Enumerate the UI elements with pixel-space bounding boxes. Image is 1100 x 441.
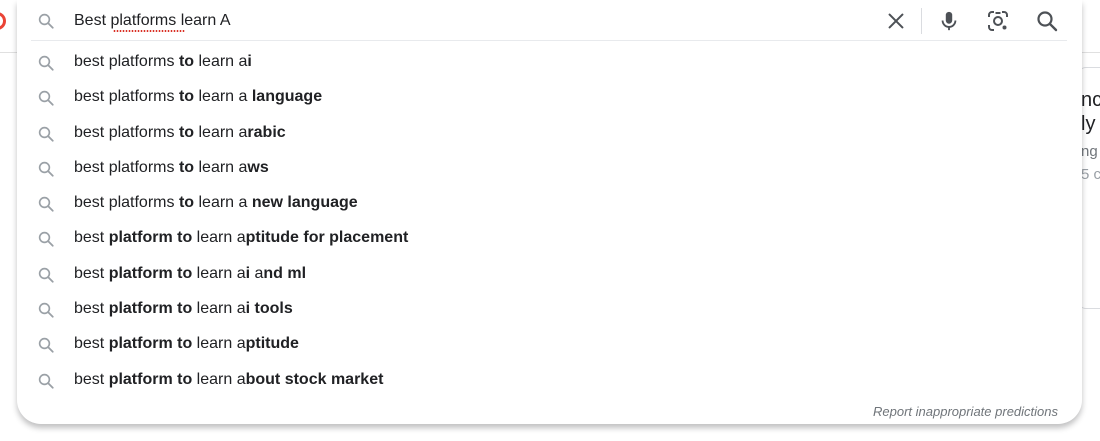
search-icon: [38, 161, 54, 177]
suggestion-prefix: learn a: [192, 370, 246, 388]
report-predictions-link[interactable]: Report inappropriate predictions: [873, 404, 1058, 419]
search-icon: [38, 338, 54, 354]
suggestion-prefix: learn a: [194, 123, 248, 141]
suggestion-text: best platform to learn about stock marke…: [74, 371, 383, 389]
suggestion-text: best platform to learn ai and ml: [74, 265, 306, 283]
suggestion-prefix: best: [74, 300, 109, 318]
search-icon: [38, 196, 54, 212]
suggestion-prefix: best: [74, 370, 109, 388]
suggestion-completion: to: [178, 88, 195, 106]
suggestion-prefix: learn a: [192, 229, 246, 247]
background-card-text: ly: [1081, 113, 1096, 135]
suggestion-completion: platform to: [108, 370, 193, 388]
suggestion-prefix: learn a: [194, 53, 248, 70]
suggestion-item[interactable]: best platforms to learn a new language: [17, 186, 1082, 221]
suggestion-completion: to: [178, 194, 195, 212]
suggestion-completion: to: [178, 53, 195, 70]
search-autocomplete-panel: best platforms to learn aibest platforms…: [17, 0, 1082, 424]
search-divider: [31, 40, 1067, 41]
suggestion-item[interactable]: best platform to learn ai tools: [17, 292, 1082, 327]
suggestion-text: best platform to learn ai tools: [74, 300, 293, 318]
close-icon[interactable]: [885, 10, 907, 32]
suggestion-item[interactable]: best platform to learn about stock marke…: [17, 363, 1082, 398]
suggestion-completion: platform to: [108, 264, 193, 282]
suggestion-text: best platforms to learn a new language: [74, 194, 358, 212]
suggestion-item[interactable]: best platforms to learn aws: [17, 151, 1082, 186]
suggestion-completion: platform to: [108, 229, 193, 247]
background-card-text: nc: [1081, 89, 1100, 111]
search-input[interactable]: [74, 8, 854, 34]
suggestion-completion: to: [178, 158, 195, 176]
search-icon: [38, 13, 54, 29]
suggestion-prefix: best platforms: [74, 194, 179, 212]
suggestion-item[interactable]: best platform to learn aptitude for plac…: [17, 221, 1082, 256]
suggestion-completion: ptitude: [245, 335, 299, 353]
search-icon: [38, 126, 54, 142]
suggestion-text: best platforms to learn aws: [74, 159, 269, 177]
suggestion-prefix: learn a: [194, 158, 248, 176]
suggestion-completion: rabic: [247, 123, 286, 141]
suggestion-text: best platforms to learn a language: [74, 88, 322, 106]
suggestion-completion: ptitude for placement: [245, 229, 409, 247]
suggestion-completion: nd ml: [263, 264, 307, 282]
suggestion-prefix: best platforms: [74, 53, 179, 70]
suggestion-completion: ws: [247, 158, 269, 176]
suggestion-prefix: best: [74, 335, 109, 353]
suggestion-completion: to: [178, 123, 195, 141]
search-page: nc ly ng 5 c Best platforms learn A best…: [0, 0, 1100, 441]
suggestion-item[interactable]: best platforms to learn ai: [17, 45, 1082, 80]
suggestion-prefix: best: [74, 229, 109, 247]
camera-lens-icon[interactable]: [986, 9, 1010, 33]
suggestion-prefix: learn a: [192, 335, 246, 353]
suggestion-text: best platforms to learn ai: [74, 53, 252, 71]
suggestion-item[interactable]: best platforms to learn arabic: [17, 116, 1082, 151]
spelling-underline: [113, 30, 185, 32]
suggestion-prefix: learn a: [194, 194, 252, 212]
suggestion-prefix: best platforms: [74, 88, 179, 106]
suggestion-completion: platform to: [108, 300, 193, 318]
divider: [921, 8, 922, 34]
suggestion-prefix: learn a: [192, 300, 246, 318]
suggestion-text: best platform to learn aptitude: [74, 335, 299, 353]
background-card-text: ng: [1081, 143, 1098, 160]
suggestion-list: best platforms to learn ai best platforms…: [17, 45, 1082, 398]
suggestion-completion: i: [247, 53, 252, 70]
search-submit-icon[interactable]: [1035, 9, 1059, 33]
suggestion-prefix: best platforms: [74, 123, 179, 141]
suggestion-completion: platform to: [108, 335, 193, 353]
search-icon: [38, 373, 54, 389]
suggestion-completion: bout stock market: [245, 370, 384, 388]
suggestion-prefix: learn a: [192, 264, 246, 282]
background-card-text: 5 c: [1081, 166, 1100, 183]
suggestion-prefix: best: [74, 264, 109, 282]
search-icon: [38, 232, 54, 248]
suggestion-text: best platforms to learn arabic: [74, 124, 286, 142]
search-box: [17, 0, 1082, 41]
suggestion-completion: i tools: [245, 300, 293, 318]
suggestion-completion: language: [251, 88, 323, 106]
suggestion-item[interactable]: best platform to learn ai and ml: [17, 257, 1082, 292]
microphone-icon[interactable]: [938, 9, 960, 33]
suggestion-text: best platform to learn aptitude for plac…: [74, 229, 408, 247]
suggestion-prefix: learn a: [194, 88, 252, 106]
search-icon: [38, 302, 54, 318]
suggestion-prefix: best platforms: [74, 158, 179, 176]
search-icon: [38, 55, 54, 71]
search-icon: [38, 267, 54, 283]
suggestion-item[interactable]: best platform to learn aptitude: [17, 327, 1082, 362]
suggestion-item[interactable]: best platforms to learn a language: [17, 80, 1082, 115]
suggestion-prefix: a: [250, 264, 264, 282]
search-icon: [38, 91, 54, 106]
suggestion-completion: new language: [251, 194, 358, 212]
